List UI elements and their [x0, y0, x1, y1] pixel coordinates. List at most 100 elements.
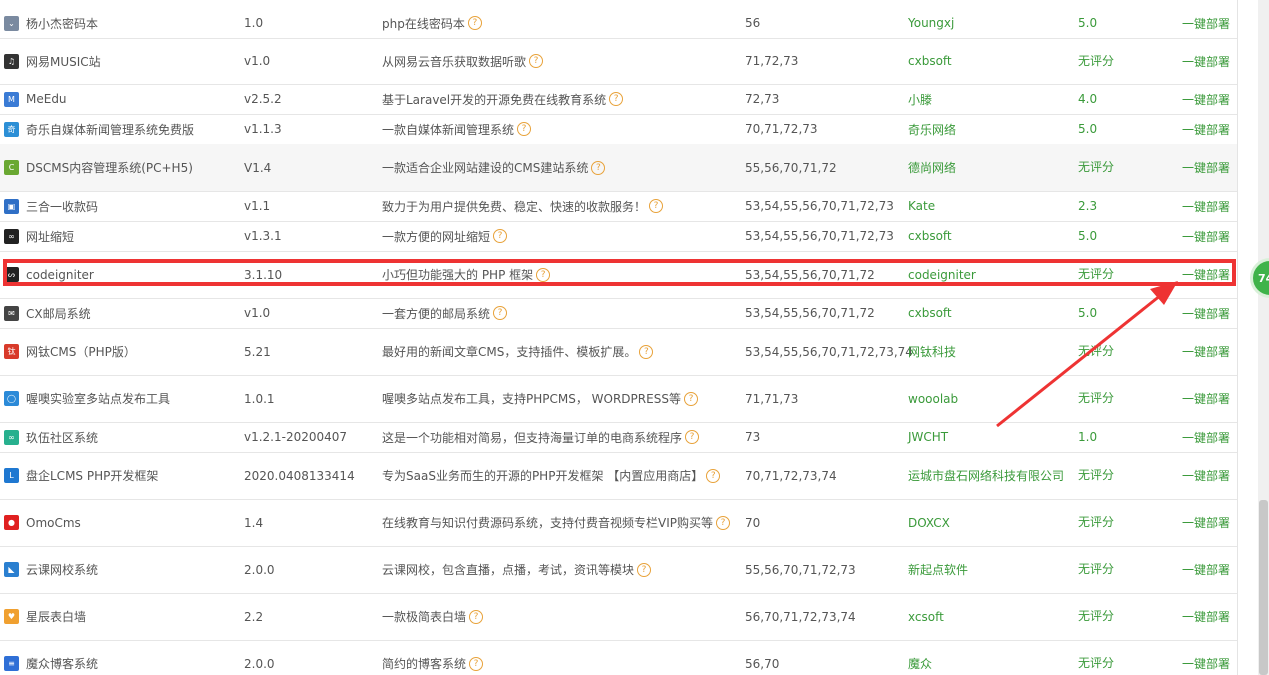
app-author[interactable]: 网钛科技: [908, 343, 956, 360]
app-author[interactable]: 运城市盘石网络科技有限公司: [908, 467, 1064, 484]
help-question-icon[interactable]: ?: [609, 92, 624, 106]
help-question-icon[interactable]: ?: [529, 54, 544, 68]
app-author[interactable]: codeigniter: [908, 268, 976, 282]
app-author[interactable]: JWCHT: [908, 430, 948, 444]
one-click-deploy-button[interactable]: 一键部署: [1182, 298, 1234, 328]
table-row: 钛网钛CMS（PHP版） 5.21 最好用的新闻文章CMS，支持插件、模板扩展。? 5…: [0, 328, 1237, 376]
app-author[interactable]: 奇乐网络: [908, 121, 956, 138]
app-description: php在线密码本: [382, 16, 465, 31]
app-score: 无评分: [1078, 562, 1115, 576]
app-name[interactable]: CX邮局系统: [26, 305, 91, 322]
one-click-deploy-button[interactable]: 一键部署: [1182, 499, 1234, 546]
php-versions: 70: [745, 515, 761, 530]
help-question-icon[interactable]: ?: [493, 306, 508, 320]
help-question-icon[interactable]: ?: [467, 16, 482, 30]
php-versions-cell: 53,54,55,56,70,71,72,73: [745, 221, 901, 251]
app-table: ⌄ 杨小杰密码本 1.0 php在线密码本? 56 Youngxj 5.0 一键部署 ♫ 网易MU…: [0, 0, 1238, 675]
help-question-icon[interactable]: ?: [591, 160, 606, 175]
php-versions-cell: 56,70: [745, 640, 901, 675]
app-name[interactable]: 网易MUSIC站: [26, 53, 101, 70]
lcms-logo-icon: L: [4, 468, 19, 483]
app-author[interactable]: Kate: [908, 199, 935, 213]
app-author[interactable]: 小滕: [908, 91, 932, 108]
one-click-deploy-button[interactable]: 一键部署: [1182, 144, 1234, 191]
one-click-deploy-button[interactable]: 一键部署: [1182, 114, 1234, 144]
help-question-icon[interactable]: ?: [517, 122, 532, 136]
help-question-icon[interactable]: ?: [683, 391, 698, 406]
help-question-icon[interactable]: ?: [469, 609, 484, 624]
one-click-deploy-button[interactable]: 一键部署: [1182, 546, 1234, 593]
author-cell: 奇乐网络: [908, 114, 1070, 144]
help-question-icon[interactable]: ?: [649, 199, 664, 213]
app-author[interactable]: DOXCX: [908, 516, 950, 530]
help-question-icon[interactable]: ?: [536, 267, 551, 282]
app-name[interactable]: 魔众博客系统: [26, 655, 98, 672]
one-click-deploy-button[interactable]: 一键部署: [1182, 221, 1234, 251]
floating-status-badge[interactable]: 74: [1250, 258, 1269, 298]
scrollbar-thumb[interactable]: [1259, 500, 1268, 675]
description-cell: 一款适合企业网站建设的CMS建站系统?: [382, 144, 738, 191]
deploy-label: 一键部署: [1182, 229, 1231, 244]
app-name[interactable]: DSCMS内容管理系统(PC+H5): [26, 159, 193, 176]
one-click-deploy-button[interactable]: 一键部署: [1182, 593, 1234, 640]
one-click-deploy-button[interactable]: 一键部署: [1182, 328, 1234, 375]
description-cell: 最好用的新闻文章CMS，支持插件、模板扩展。?: [382, 328, 738, 375]
one-click-deploy-button[interactable]: 一键部署: [1182, 422, 1234, 452]
one-click-deploy-button[interactable]: 一键部署: [1182, 38, 1234, 84]
omocms-logo-icon: ●: [4, 515, 19, 530]
app-author[interactable]: 魔众: [908, 655, 932, 672]
php-versions: 53,54,55,56,70,71,72: [745, 267, 875, 282]
one-click-deploy-button[interactable]: 一键部署: [1182, 84, 1234, 114]
one-click-deploy-button[interactable]: 一键部署: [1182, 191, 1234, 221]
app-name[interactable]: 喔噢实验室多站点发布工具: [26, 390, 170, 407]
app-author[interactable]: cxbsoft: [908, 306, 952, 320]
help-question-icon[interactable]: ?: [706, 468, 721, 483]
app-name[interactable]: 网钛CMS（PHP版）: [26, 343, 136, 360]
app-description: 云课网校，包含直播，点播，考试，资讯等模块: [382, 563, 635, 577]
table-row: M MeEdu v2.5.2 基于Laravel开发的开源免费在线教育系统? 72,73…: [0, 84, 1237, 115]
app-author[interactable]: Youngxj: [908, 16, 954, 30]
app-name[interactable]: 星辰表白墙: [26, 608, 86, 625]
help-question-icon[interactable]: ?: [685, 430, 700, 444]
app-name[interactable]: 云课网校系统: [26, 561, 98, 578]
app-author[interactable]: 新起点软件: [908, 561, 968, 578]
table-row: ᔕ codeigniter 3.1.10 小巧但功能强大的 PHP 框架? 53,54,…: [0, 251, 1237, 299]
php-versions: 55,56,70,71,72: [745, 160, 837, 175]
score-cell: 5.0: [1078, 221, 1114, 251]
version-cell: 5.21: [244, 328, 374, 375]
vertical-scrollbar[interactable]: [1258, 0, 1269, 675]
author-cell: 新起点软件: [908, 546, 1070, 593]
one-click-deploy-button[interactable]: 一键部署: [1182, 8, 1234, 38]
app-author[interactable]: cxbsoft: [908, 54, 952, 68]
app-author[interactable]: 德尚网络: [908, 159, 956, 176]
one-click-deploy-button[interactable]: 一键部署: [1182, 640, 1234, 675]
one-click-deploy-button[interactable]: 一键部署: [1182, 452, 1234, 499]
score-cell: 无评分: [1078, 144, 1114, 191]
app-author[interactable]: xcsoft: [908, 610, 944, 624]
help-question-icon[interactable]: ?: [716, 515, 730, 530]
version-cell: 2020.0408133414: [244, 452, 374, 499]
php-versions: 53,54,55,56,70,71,72: [745, 306, 875, 320]
description-cell: 一款方便的网址缩短?: [382, 221, 738, 251]
app-author[interactable]: wooolab: [908, 392, 958, 406]
version-cell: v1.1: [244, 191, 374, 221]
app-name[interactable]: 杨小杰密码本: [26, 15, 98, 32]
app-name[interactable]: OmoCms: [26, 516, 81, 530]
app-name[interactable]: 三合一收款码: [26, 198, 98, 215]
one-click-deploy-button[interactable]: 一键部署: [1182, 251, 1234, 298]
help-question-icon[interactable]: ?: [493, 229, 508, 243]
help-question-icon[interactable]: ?: [637, 562, 652, 577]
help-question-icon[interactable]: ?: [639, 344, 654, 359]
app-name[interactable]: codeigniter: [26, 268, 94, 282]
app-name[interactable]: 玖伍社区系统: [26, 429, 98, 446]
app-name[interactable]: 网址缩短: [26, 228, 74, 245]
app-name[interactable]: 盘企LCMS PHP开发框架: [26, 467, 158, 484]
one-click-deploy-button[interactable]: 一键部署: [1182, 375, 1234, 422]
app-version: v1.3.1: [244, 229, 282, 243]
app-name[interactable]: MeEdu: [26, 92, 67, 106]
score-cell: 无评分: [1078, 499, 1114, 546]
help-question-icon[interactable]: ?: [469, 656, 484, 671]
app-author[interactable]: cxbsoft: [908, 229, 952, 243]
deploy-label: 一键部署: [1182, 345, 1231, 359]
app-name[interactable]: 奇乐自媒体新闻管理系统免费版: [26, 121, 194, 138]
